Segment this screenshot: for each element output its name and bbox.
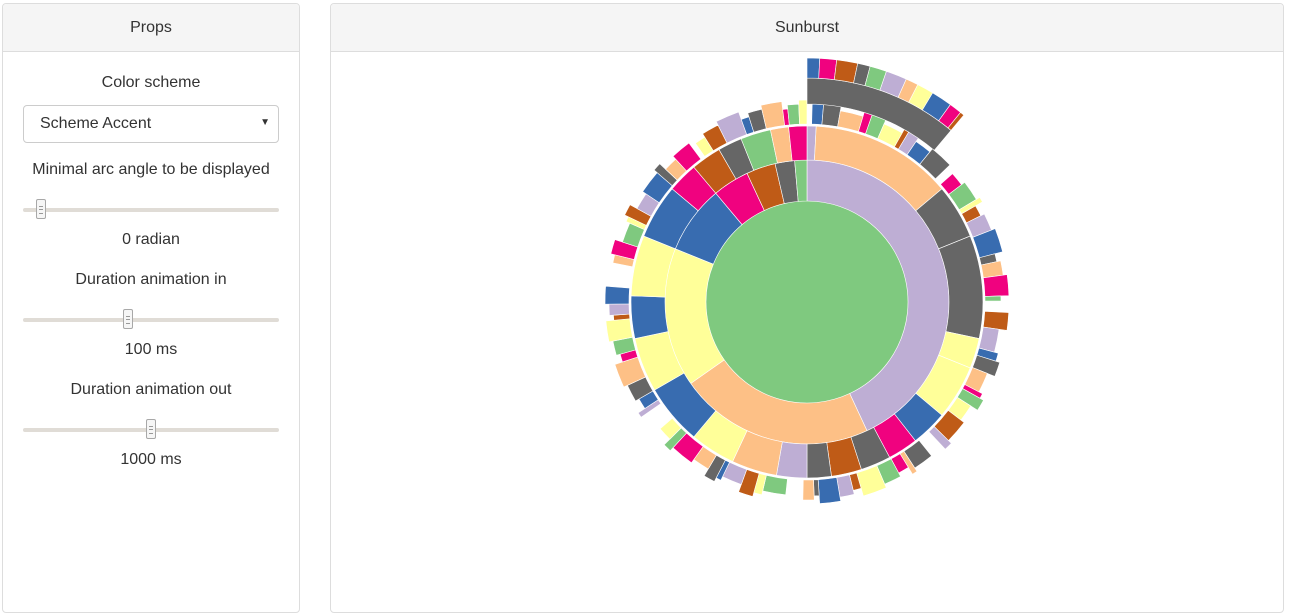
- duration-out-value: 1000 ms: [3, 451, 299, 469]
- duration-in-label: Duration animation in: [3, 271, 299, 289]
- chevron-down-icon: ▼: [260, 117, 270, 128]
- props-panel: Props Color scheme Scheme Accent ▼ Minim…: [2, 3, 300, 613]
- sunburst-arc[interactable]: [807, 58, 820, 78]
- sunburst-arc[interactable]: [812, 104, 824, 125]
- sunburst-arc[interactable]: [609, 304, 629, 316]
- sunburst-panel: Sunburst: [330, 3, 1284, 613]
- sunburst-arc[interactable]: [985, 296, 1001, 301]
- duration-out-label: Duration animation out: [3, 381, 299, 399]
- sunburst-arc[interactable]: [605, 286, 630, 304]
- color-scheme-label: Color scheme: [3, 74, 299, 92]
- slider-handle[interactable]: [146, 419, 156, 439]
- sunburst-arc[interactable]: [814, 480, 820, 496]
- slider-track[interactable]: [23, 318, 279, 322]
- slider-handle[interactable]: [36, 199, 46, 219]
- sunburst-root-arc[interactable]: [706, 201, 908, 403]
- slider-handle[interactable]: [123, 309, 133, 329]
- color-scheme-select[interactable]: Scheme Accent ▼: [23, 105, 279, 143]
- duration-out-slider[interactable]: [23, 419, 279, 441]
- sunburst-chart[interactable]: [331, 52, 1283, 604]
- sunburst-panel-title: Sunburst: [331, 4, 1283, 52]
- sunburst-arc[interactable]: [789, 126, 807, 161]
- sunburst-arc[interactable]: [979, 327, 999, 352]
- sunburst-arc[interactable]: [819, 58, 837, 79]
- sunburst-arc[interactable]: [631, 296, 668, 339]
- min-arc-angle-value: 0 radian: [3, 231, 299, 249]
- sunburst-arc[interactable]: [803, 480, 814, 500]
- slider-track[interactable]: [23, 208, 279, 212]
- sunburst-arc[interactable]: [787, 104, 799, 125]
- sunburst-arc[interactable]: [818, 478, 841, 504]
- sunburst-arc[interactable]: [983, 275, 1009, 297]
- sunburst-arc[interactable]: [799, 100, 807, 124]
- duration-in-value: 100 ms: [3, 341, 299, 359]
- min-arc-angle-slider[interactable]: [23, 199, 279, 221]
- props-panel-title: Props: [3, 4, 299, 52]
- sunburst-arc[interactable]: [763, 475, 788, 495]
- duration-in-slider[interactable]: [23, 309, 279, 331]
- min-arc-angle-label: Minimal arc angle to be displayed: [3, 161, 299, 179]
- color-scheme-selected-value: Scheme Accent: [40, 115, 151, 133]
